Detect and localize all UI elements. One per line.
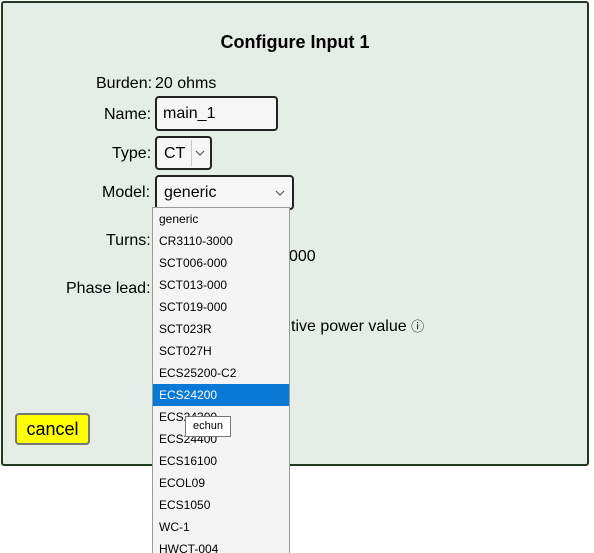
dialog-title: Configure Input 1 <box>220 32 370 52</box>
reverse-power-label: tive power value ⓘ <box>291 316 424 336</box>
dropdown-option[interactable]: WC-1 <box>153 516 289 538</box>
dropdown-option[interactable]: HWCT-004 <box>153 538 289 553</box>
turns-value-partial: 000 <box>289 248 316 265</box>
dropdown-option[interactable]: ECS25200-C2 <box>153 362 289 384</box>
chevron-down-icon <box>191 140 208 166</box>
dropdown-option[interactable]: SCT019-000 <box>153 296 289 318</box>
turns-label: Turns: <box>106 232 151 249</box>
type-select-value: CT <box>164 145 186 162</box>
chevron-down-icon <box>270 179 290 206</box>
dropdown-option[interactable]: SCT027H <box>153 340 289 362</box>
reverse-power-text: tive power value <box>291 318 407 335</box>
dropdown-option[interactable]: ECS24200 <box>153 384 289 406</box>
name-label: Name: <box>104 106 152 123</box>
configure-input-dialog: Configure Input 1 Burden: 20 ohms Name: … <box>1 1 589 466</box>
dropdown-option[interactable]: SCT006-000 <box>153 252 289 274</box>
dropdown-option[interactable]: CR3110-3000 <box>153 230 289 252</box>
dropdown-option[interactable]: SCT023R <box>153 318 289 340</box>
burden-value: 20 ohms <box>155 75 217 92</box>
dropdown-option[interactable]: ECOL09 <box>153 472 289 494</box>
model-select-value: generic <box>164 184 217 201</box>
dropdown-option[interactable]: generic <box>153 208 289 230</box>
model-select[interactable]: generic <box>155 175 294 210</box>
phase-lead-label: Phase lead: <box>66 280 151 297</box>
dropdown-option[interactable]: SCT013-000 <box>153 274 289 296</box>
model-label: Model: <box>102 184 151 201</box>
burden-label: Burden: <box>96 75 153 92</box>
model-dropdown-list[interactable]: generic CR3110-3000 SCT006-000 SCT013-000 SC… <box>152 207 290 553</box>
tooltip: echun <box>185 416 231 437</box>
type-label: Type: <box>112 145 152 162</box>
dropdown-option[interactable]: ECS1050 <box>153 494 289 516</box>
info-icon[interactable]: ⓘ <box>411 319 424 334</box>
cancel-button[interactable]: cancel <box>15 413 90 445</box>
dropdown-option[interactable]: ECS16100 <box>153 450 289 472</box>
name-input[interactable] <box>155 96 278 131</box>
type-select[interactable]: CT <box>155 136 212 170</box>
